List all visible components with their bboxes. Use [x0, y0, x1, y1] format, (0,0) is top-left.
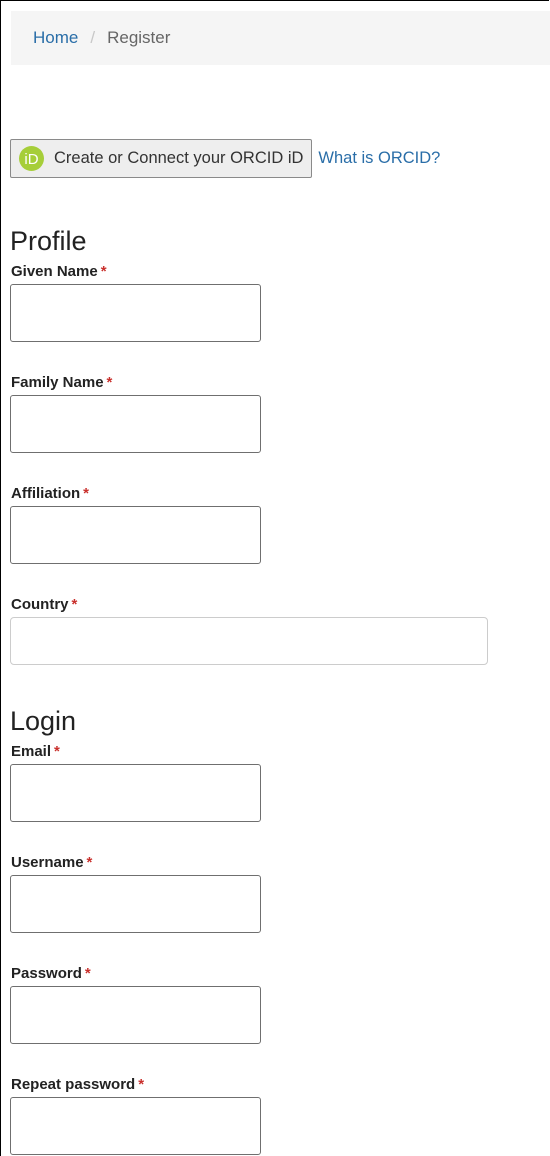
required-marker: * — [54, 743, 60, 760]
required-marker: * — [84, 965, 91, 982]
required-marker: * — [100, 263, 107, 280]
given-name-label: Given Name * — [11, 263, 107, 280]
country-select[interactable] — [10, 617, 488, 665]
orcid-row: iD Create or Connect your ORCID iD What … — [10, 139, 440, 178]
username-input[interactable] — [10, 875, 261, 933]
login-section-title: Login — [10, 706, 77, 736]
required-marker: * — [138, 1076, 145, 1093]
required-marker: * — [106, 374, 113, 391]
profile-section-title: Profile — [10, 226, 87, 256]
breadcrumb-separator: / — [90, 28, 96, 47]
affiliation-input[interactable] — [10, 506, 261, 564]
repeat-password-label: Repeat password * — [11, 1076, 145, 1093]
breadcrumb-current: Register — [107, 28, 171, 47]
orcid-icon: iD — [19, 146, 44, 171]
password-label: Password * — [11, 965, 91, 982]
required-marker: * — [71, 596, 78, 613]
country-label: Country * — [11, 596, 78, 613]
given-name-input[interactable] — [10, 284, 261, 342]
svg-text:iD: iD — [24, 151, 38, 168]
affiliation-label: Affiliation * — [11, 485, 89, 502]
email-input[interactable] — [10, 764, 261, 822]
repeat-password-input[interactable] — [10, 1097, 261, 1155]
breadcrumb: Home / Register — [11, 11, 550, 65]
password-input[interactable] — [10, 986, 261, 1044]
required-marker: * — [86, 854, 93, 871]
what-is-orcid-link[interactable]: What is ORCID? — [318, 149, 440, 168]
orcid-connect-label: Create or Connect your ORCID iD — [54, 149, 304, 167]
family-name-label: Family Name * — [11, 374, 113, 391]
username-label: Username * — [11, 854, 93, 871]
orcid-connect-button[interactable]: iD Create or Connect your ORCID iD — [10, 139, 313, 178]
family-name-input[interactable] — [10, 395, 261, 453]
email-label: Email * — [11, 743, 60, 760]
breadcrumb-home-link[interactable]: Home — [33, 28, 78, 47]
required-marker: * — [83, 485, 89, 502]
